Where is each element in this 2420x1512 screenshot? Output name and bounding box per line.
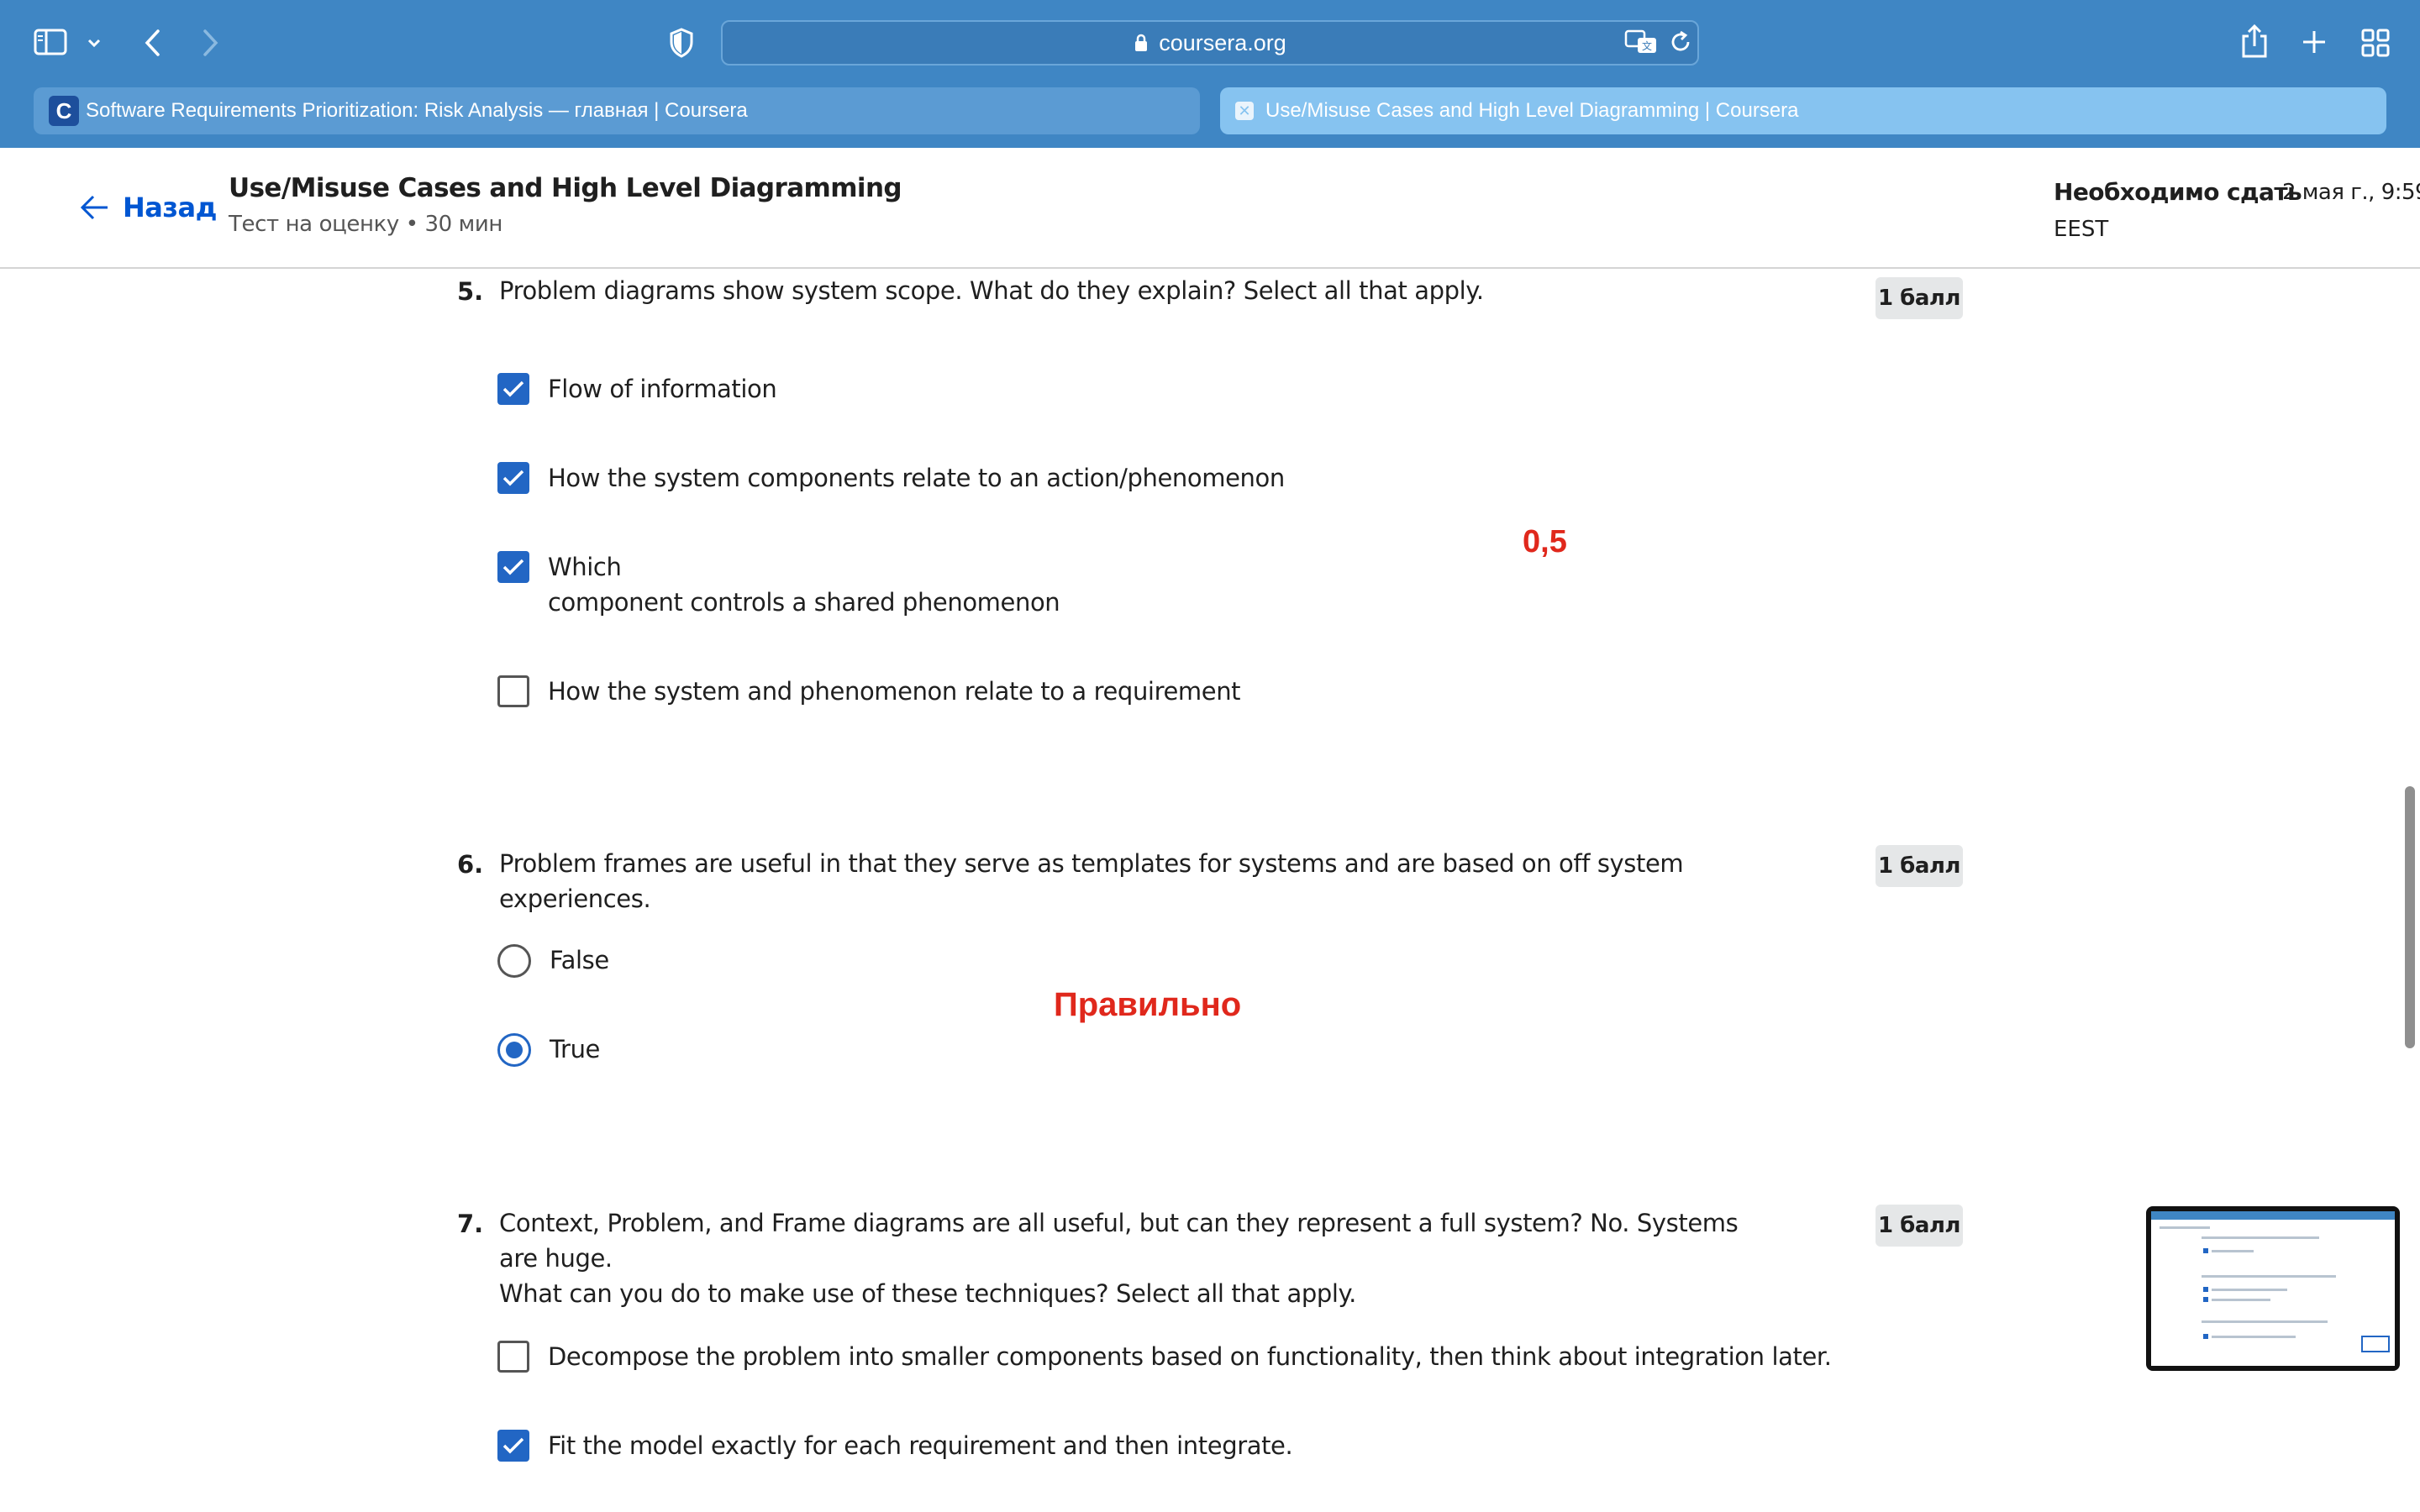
- option-label-line: Which: [548, 553, 622, 581]
- checkbox-option[interactable]: Which component controls a shared phenom…: [497, 551, 1060, 620]
- coursera-icon: C: [49, 96, 79, 126]
- checkbox-option[interactable]: Fit the model exactly for each requireme…: [497, 1430, 1293, 1463]
- points-badge: 1 балл: [1876, 1205, 1963, 1247]
- checkmark-icon: [502, 470, 524, 486]
- question-text: Problem diagrams show system scope. What…: [499, 276, 1484, 305]
- option-label: True: [550, 1035, 600, 1063]
- thumbnail-preview: [2151, 1211, 2395, 1366]
- points-badge: 1 балл: [1876, 845, 1963, 887]
- back-label: Назад: [123, 192, 217, 223]
- checkbox-option[interactable]: Decompose the problem into smaller compo…: [497, 1341, 1832, 1374]
- privacy-shield-icon[interactable]: [666, 25, 697, 60]
- close-tab-icon[interactable]: ✕: [1235, 102, 1254, 120]
- question-number: 7.: [457, 1210, 484, 1238]
- tab-title: Software Requirements Prioritization: Ri…: [86, 99, 748, 122]
- question-text-line: What can you do to make use of these tec…: [499, 1279, 1356, 1308]
- page-subtitle: Тест на оценку • 30 мин: [229, 212, 502, 237]
- option-label-line: component controls a shared phenomenon: [548, 588, 1060, 617]
- option-label: Flow of information: [548, 375, 777, 403]
- option-label: Fit the model exactly for each requireme…: [548, 1431, 1293, 1460]
- checkbox-option[interactable]: Flow of information: [497, 373, 777, 407]
- question-number: 6.: [457, 850, 484, 879]
- due-label: Необходимо сдать: [2054, 178, 2302, 206]
- tab-overview-icon[interactable]: [2360, 27, 2391, 59]
- lock-icon: [1134, 33, 1149, 53]
- page-title: Use/Misuse Cases and High Level Diagramm…: [229, 173, 902, 203]
- checkbox-checked[interactable]: [497, 462, 529, 494]
- quiz-header: Назад Use/Misuse Cases and High Level Di…: [0, 148, 2420, 269]
- radio-option[interactable]: True: [497, 1033, 600, 1067]
- checkbox-checked[interactable]: [497, 373, 529, 405]
- points-badge: 1 балл: [1876, 277, 1963, 319]
- svg-text:文: 文: [1642, 39, 1652, 52]
- checkmark-icon: [502, 559, 524, 575]
- option-label: False: [550, 946, 609, 974]
- tab-title: Use/Misuse Cases and High Level Diagramm…: [1265, 99, 1799, 122]
- new-tab-icon[interactable]: [2299, 27, 2329, 57]
- sidebar-toggle-icon[interactable]: [32, 25, 69, 59]
- due-date: 2 мая г., 9:59: [2282, 180, 2420, 205]
- url-text: coursera.org: [1159, 29, 1286, 55]
- screenshot-thumbnail[interactable]: [2146, 1206, 2400, 1371]
- scrollbar-thumb[interactable]: [2405, 786, 2415, 1048]
- back-nav-icon[interactable]: [136, 25, 168, 60]
- chevron-down-icon[interactable]: [84, 30, 104, 55]
- radio-unselected[interactable]: [497, 944, 531, 978]
- reload-icon[interactable]: [1667, 29, 1694, 55]
- option-label: How the system and phenomenon relate to …: [548, 677, 1241, 706]
- browser-toolbar: coursera.org 文: [0, 0, 2420, 86]
- forward-nav-icon[interactable]: [195, 25, 227, 60]
- question-number: 5.: [457, 277, 484, 306]
- radio-option[interactable]: False: [497, 944, 609, 978]
- option-label: How the system components relate to an a…: [548, 464, 1285, 492]
- correct-annotation: Правильно: [1054, 986, 1242, 1023]
- checkbox-checked[interactable]: [497, 1430, 529, 1462]
- question-text: Problem frames are useful in that they s…: [499, 849, 1684, 913]
- arrow-left-icon: [80, 195, 108, 220]
- option-label: Which component controls a shared phenom…: [548, 549, 1060, 620]
- score-annotation: 0,5: [1523, 524, 1567, 559]
- checkbox-unchecked[interactable]: [497, 1341, 529, 1373]
- translate-icon[interactable]: 文: [1623, 27, 1659, 57]
- checkmark-icon: [502, 1437, 524, 1454]
- question-text: Context, Problem, and Frame diagrams are…: [499, 1205, 1776, 1311]
- checkbox-unchecked[interactable]: [497, 675, 529, 707]
- checkmark-icon: [502, 381, 524, 397]
- checkbox-option[interactable]: How the system and phenomenon relate to …: [497, 675, 1241, 709]
- address-bar[interactable]: coursera.org: [721, 20, 1699, 66]
- radio-selected[interactable]: [497, 1033, 531, 1067]
- due-timezone: EEST: [2054, 217, 2109, 242]
- tab-use-misuse-cases[interactable]: ✕ Use/Misuse Cases and High Level Diagra…: [1220, 87, 2386, 134]
- checkbox-option[interactable]: How the system components relate to an a…: [497, 462, 1285, 496]
- share-icon[interactable]: [2238, 22, 2270, 60]
- checkbox-checked[interactable]: [497, 551, 529, 583]
- question-text-line: Context, Problem, and Frame diagrams are…: [499, 1209, 1739, 1273]
- option-label: Decompose the problem into smaller compo…: [548, 1342, 1832, 1371]
- back-button[interactable]: Назад: [79, 192, 217, 223]
- tab-software-requirements[interactable]: C Software Requirements Prioritization: …: [34, 87, 1200, 134]
